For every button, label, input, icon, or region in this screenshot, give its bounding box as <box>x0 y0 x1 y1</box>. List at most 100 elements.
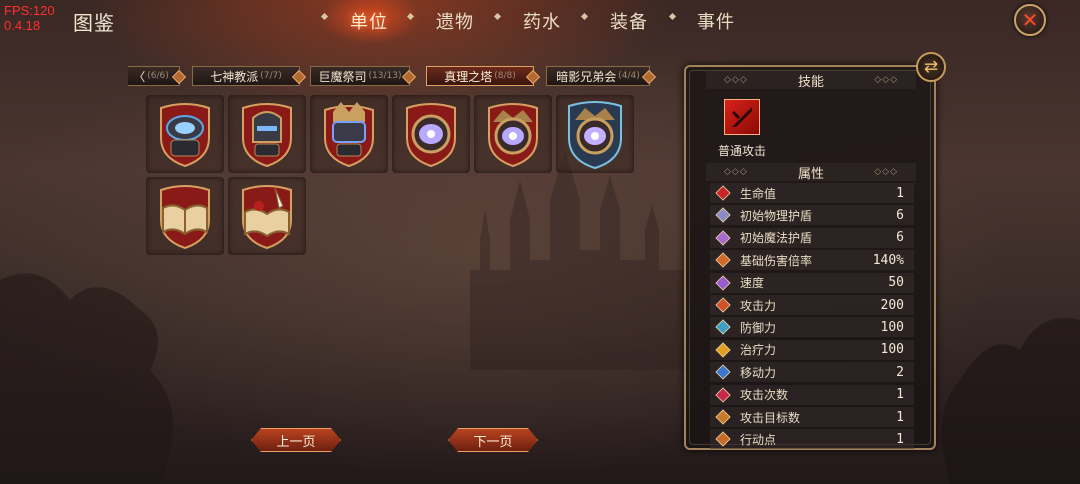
target-count-icon <box>714 408 732 426</box>
next-page-button[interactable]: 下一页 <box>448 428 538 452</box>
magic-shield-icon <box>714 229 732 247</box>
attributes-header: ◇◇◇ 属性 ◇◇◇ <box>706 163 916 182</box>
stat-value: 50 <box>888 275 904 291</box>
heal-icon <box>714 341 732 359</box>
stat-row: 移动力 2 <box>710 362 914 383</box>
stat-value: 1 <box>896 409 904 425</box>
skill-slot[interactable] <box>724 99 760 135</box>
stat-row: 初始魔法护盾 6 <box>710 227 914 248</box>
stat-row: 基础伤害倍率 140% <box>710 250 914 271</box>
faction-tab-troll-priests[interactable]: 巨魔祭司 (13/13) <box>310 66 410 86</box>
stat-label: 治疗力 <box>740 343 777 358</box>
tab-potions[interactable]: 药水 <box>523 8 561 34</box>
unit-card-open-tome[interactable] <box>146 177 224 255</box>
faction-tab-seven-gods[interactable]: 七神教派 (7/7) <box>192 66 300 86</box>
unit-card-armored-golem[interactable] <box>146 95 224 173</box>
faction-count: (4/4) <box>618 71 640 81</box>
faction-tabs: 〈 (6/6) 七神教派 (7/7) 巨魔祭司 (13/13) 真理之塔 (8/8) 暗… <box>128 66 658 86</box>
unit-card-dark-knight[interactable] <box>228 95 306 173</box>
stat-value: 2 <box>896 364 904 380</box>
stat-label: 速度 <box>740 276 765 291</box>
tab-relics[interactable]: 遗物 <box>436 8 474 34</box>
stat-label: 攻击目标数 <box>740 410 801 425</box>
faction-name: 巨魔祭司 <box>318 69 367 84</box>
unit-info-panel: ◇◇◇ 技能 ◇◇◇ 普通攻击 ◇◇◇ 属性 ◇◇◇ 生命值 1 初始物理护盾 6 初始… <box>684 65 936 450</box>
arcane-eye-crest-icon <box>568 101 622 170</box>
skill-label: 普通攻击 <box>718 144 767 158</box>
stat-label: 生命值 <box>740 186 777 201</box>
stat-value: 200 <box>880 297 904 313</box>
attack-count-icon <box>714 386 732 404</box>
nav-diamond-icon <box>580 12 589 21</box>
close-button[interactable]: ✕ <box>1014 4 1046 36</box>
close-icon: ✕ <box>1021 8 1039 32</box>
stat-row: 攻击力 200 <box>710 295 914 315</box>
faction-count: (13/13) <box>368 71 402 81</box>
tab-units[interactable]: 单位 <box>350 8 388 34</box>
swap-icon: ⇄ <box>923 57 939 77</box>
unit-card-ornate-eye[interactable] <box>474 95 552 173</box>
faction-tab-shadow-brotherhood[interactable]: 暗影兄弟会 (4/4) <box>546 66 650 86</box>
faction-tab-previous[interactable]: 〈 (6/6) <box>128 66 180 86</box>
stat-label: 基础伤害倍率 <box>740 253 813 268</box>
open-tome-icon <box>160 185 210 250</box>
stat-label: 初始物理护盾 <box>740 208 813 223</box>
stat-row: 治疗力 100 <box>710 339 914 360</box>
unit-card-all-seeing-eye[interactable] <box>392 95 470 173</box>
tree-silhouette-left <box>0 273 173 484</box>
stat-value: 140% <box>872 252 904 268</box>
quill-tome-icon <box>242 185 292 250</box>
armored-golem-icon <box>160 103 210 168</box>
stat-row: 防御力 100 <box>710 317 914 338</box>
faction-name: 七神教派 <box>210 69 259 84</box>
physical-shield-icon <box>714 206 732 224</box>
stat-row: 速度 50 <box>710 272 914 293</box>
defense-icon <box>714 318 732 336</box>
faction-name: 暗影兄弟会 <box>556 69 617 84</box>
prev-page-button[interactable]: 上一页 <box>251 428 341 452</box>
faction-tab-tower-of-truth[interactable]: 真理之塔 (8/8) <box>426 66 534 86</box>
stat-label: 移动力 <box>740 365 777 380</box>
dark-knight-helm-icon <box>242 103 292 168</box>
faction-count: (7/7) <box>260 71 282 81</box>
ornament-right: ◇◇◇ <box>874 167 898 177</box>
unit-card-arcane-eye-crest[interactable] <box>556 95 634 173</box>
stat-row: 初始物理护盾 6 <box>710 205 914 226</box>
faction-name: 〈 <box>133 69 146 84</box>
stat-value: 1 <box>896 185 904 201</box>
stat-label: 防御力 <box>740 320 777 335</box>
crowned-golem-icon <box>324 102 374 168</box>
swap-button[interactable]: ⇄ <box>916 52 946 82</box>
attack-icon <box>714 296 732 314</box>
stat-label: 攻击力 <box>740 298 777 313</box>
unit-card-quill-tome[interactable] <box>228 177 306 255</box>
stat-value: 6 <box>896 207 904 223</box>
sword-attack-icon <box>731 107 752 127</box>
stat-value: 6 <box>896 230 904 246</box>
ornament-right: ◇◇◇ <box>874 75 898 85</box>
ornament-left: ◇◇◇ <box>724 167 748 177</box>
stat-label: 行动点 <box>740 432 777 447</box>
all-seeing-eye-icon <box>406 103 456 168</box>
unit-card-crowned-golem[interactable] <box>310 95 388 173</box>
stat-row: 生命值 1 <box>710 183 914 203</box>
stat-row: 行动点 1 <box>710 429 914 450</box>
attributes-header-label: 属性 <box>797 166 824 182</box>
stat-value: 100 <box>880 319 904 335</box>
action-point-icon <box>714 430 732 448</box>
nav-diamond-icon <box>493 12 502 21</box>
stat-label: 攻击次数 <box>740 388 789 403</box>
skills-header: ◇◇◇ 技能 ◇◇◇ <box>706 71 916 90</box>
tab-equipment[interactable]: 装备 <box>610 8 648 34</box>
nav-diamond-icon <box>668 12 677 21</box>
move-icon <box>714 363 732 381</box>
stat-value: 1 <box>896 431 904 447</box>
stat-value: 100 <box>880 342 904 358</box>
tab-events[interactable]: 事件 <box>697 8 735 34</box>
speed-icon <box>714 274 732 292</box>
main-nav: 单位 遗物 药水 装备 事件 <box>0 0 1080 45</box>
faction-count: (6/6) <box>147 71 169 81</box>
stat-label: 初始魔法护盾 <box>740 231 813 246</box>
faction-count: (8/8) <box>494 71 516 81</box>
ornate-eye-icon <box>488 103 538 168</box>
